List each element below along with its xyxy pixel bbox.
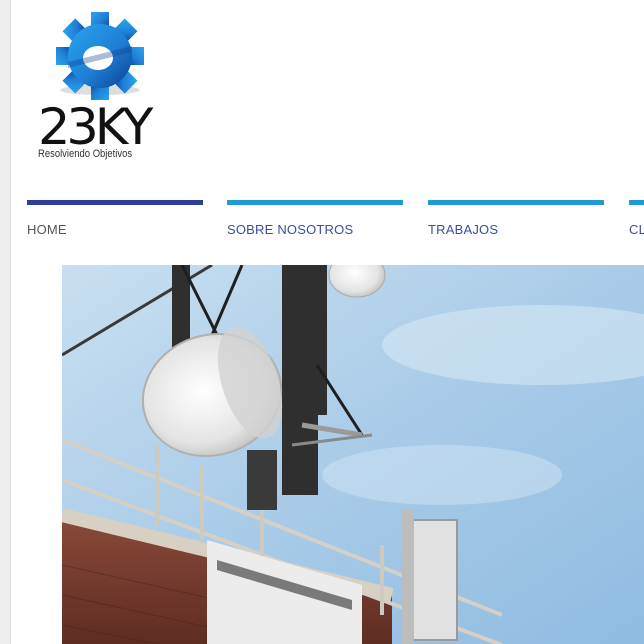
hero-image	[62, 265, 644, 644]
nav-bar-trabajos	[428, 200, 604, 205]
main-nav: HOME SOBRE NOSOTROS TRABAJOS CL	[27, 200, 644, 244]
telecom-antenna-photo	[62, 265, 644, 644]
logo-wordmark: 23KY	[38, 98, 153, 156]
nav-item-trabajos[interactable]: TRABAJOS	[428, 200, 604, 244]
logo-tagline: Resolviendo Objetivos	[38, 148, 133, 160]
left-gutter	[0, 0, 11, 644]
nav-bar-sobre-nosotros	[227, 200, 403, 205]
nav-label-trabajos: TRABAJOS	[428, 222, 499, 237]
gear-icon	[56, 12, 144, 100]
nav-item-home[interactable]: HOME	[27, 200, 203, 244]
nav-label-sobre-nosotros: SOBRE NOSOTROS	[227, 222, 354, 237]
page: 23KY Resolviendo Objetivos HOME SOBRE NO…	[0, 0, 644, 644]
site-logo[interactable]: 23KY Resolviendo Objetivos	[38, 12, 168, 164]
nav-label-home: HOME	[27, 222, 67, 237]
nav-item-sobre-nosotros[interactable]: SOBRE NOSOTROS	[227, 200, 403, 244]
nav-label-cl: CL	[629, 222, 644, 237]
nav-bar-cl	[629, 200, 644, 205]
nav-bar-home	[27, 200, 203, 205]
nav-item-cl[interactable]: CL	[629, 200, 644, 244]
